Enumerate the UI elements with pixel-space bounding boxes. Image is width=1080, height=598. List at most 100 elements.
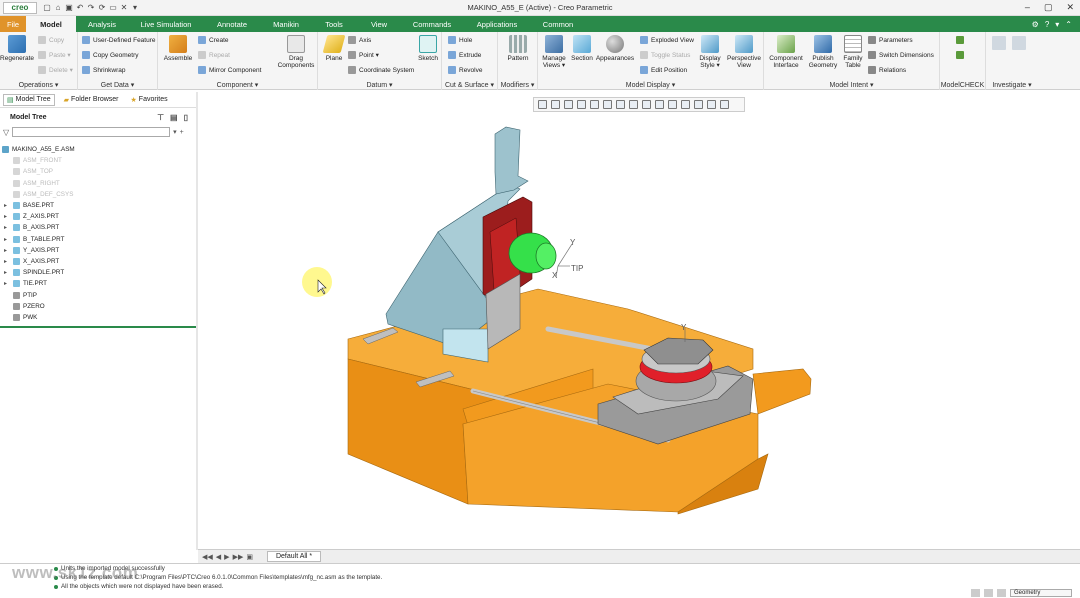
tab-tools[interactable]: Tools: [312, 16, 356, 32]
revolve-button[interactable]: Revolve: [448, 66, 482, 74]
tree-node[interactable]: ASM_TOP: [0, 166, 196, 177]
relations-button[interactable]: Relations: [868, 66, 906, 74]
drag-components-button[interactable]: Drag Components: [276, 35, 316, 69]
tab-live-simulation[interactable]: Live Simulation: [128, 16, 204, 32]
switch-dimensions-button[interactable]: Switch Dimensions: [868, 51, 934, 59]
spin-center-icon[interactable]: [668, 100, 677, 109]
plane-button[interactable]: Plane: [322, 35, 346, 62]
mirror-component-button[interactable]: Mirror Component: [198, 66, 261, 74]
annotation-display-icon[interactable]: [655, 100, 664, 109]
refit-icon[interactable]: [538, 100, 547, 109]
tab-manikin[interactable]: Manikin: [260, 16, 312, 32]
tab-favorites[interactable]: ★ Favorites: [128, 95, 171, 105]
tab-file[interactable]: File: [0, 16, 26, 32]
tree-filter-icon[interactable]: ▯: [184, 113, 188, 122]
pattern-button[interactable]: Pattern: [504, 35, 532, 62]
tree-node[interactable]: ASM_FRONT: [0, 155, 196, 166]
model-display-group-label[interactable]: Model Display ▾: [538, 81, 763, 89]
csys-display-icon[interactable]: [694, 100, 703, 109]
saved-orientations-icon[interactable]: [603, 100, 612, 109]
tree-node[interactable]: ▸ B_AXIS.PRT: [0, 222, 196, 233]
cut-surface-group-label[interactable]: Cut & Surface ▾: [442, 81, 497, 89]
help-icon[interactable]: ?: [1045, 20, 1049, 29]
expand-arrow-icon[interactable]: ▸: [4, 224, 10, 231]
modelcheck-group-label[interactable]: ModelCHECK: [940, 82, 985, 89]
point-button[interactable]: Point ▾: [348, 51, 379, 59]
tab-analysis[interactable]: Analysis: [76, 16, 128, 32]
assemble-button[interactable]: Assemble: [162, 35, 194, 62]
repaint-icon[interactable]: [577, 100, 586, 109]
tree-node[interactable]: ASM_DEF_CSYS: [0, 189, 196, 200]
exploded-view-button[interactable]: Exploded View: [640, 36, 694, 44]
status-icon-1[interactable]: [971, 589, 980, 597]
tree-node[interactable]: ▸ Z_AXIS.PRT: [0, 211, 196, 222]
add-sheet-icon[interactable]: ▣: [246, 553, 253, 561]
tree-columns-icon[interactable]: ⊤: [157, 113, 164, 122]
paste-button[interactable]: Paste ▾: [38, 51, 71, 59]
tree-node[interactable]: PWK: [0, 312, 196, 323]
datum-display-icon[interactable]: [642, 100, 651, 109]
create-component-button[interactable]: Create: [198, 36, 229, 44]
last-sheet-icon[interactable]: ▶▶: [233, 553, 244, 561]
perspective-view-button[interactable]: Perspective View: [726, 35, 762, 69]
tree-node[interactable]: ▸ B_TABLE.PRT: [0, 234, 196, 245]
expand-arrow-icon[interactable]: ▸: [4, 213, 10, 220]
zoom-out-icon[interactable]: [564, 100, 573, 109]
investigate-tool-2[interactable]: [1012, 36, 1026, 50]
hole-button[interactable]: Hole: [448, 36, 472, 44]
gear-icon[interactable]: ⚙: [1032, 20, 1039, 29]
delete-button[interactable]: Delete ▾: [38, 66, 73, 74]
tree-node[interactable]: ▸ TIE.PRT: [0, 278, 196, 289]
display-style-toolbar-icon[interactable]: [590, 100, 599, 109]
tab-annotate[interactable]: Annotate: [204, 16, 260, 32]
tree-node[interactable]: MAKINO_A55_E.ASM: [0, 144, 196, 155]
component-group-label[interactable]: Component ▾: [158, 81, 317, 89]
tree-node[interactable]: ASM_RIGHT: [0, 178, 196, 189]
investigate-tool-1[interactable]: [992, 36, 1006, 50]
sheet-default-all[interactable]: Default All *: [266, 551, 322, 562]
extrude-button[interactable]: Extrude: [448, 51, 481, 59]
axis-button[interactable]: Axis: [348, 36, 371, 44]
model-intent-group-label[interactable]: Model Intent ▾: [764, 81, 939, 89]
csys-button[interactable]: Coordinate System: [348, 66, 414, 74]
repeat-button[interactable]: Repeat: [198, 51, 230, 59]
tab-view[interactable]: View: [356, 16, 402, 32]
tab-commands[interactable]: Commands: [402, 16, 462, 32]
regenerate-button[interactable]: Regenerate: [0, 35, 34, 62]
tab-model[interactable]: Model: [26, 16, 76, 32]
settings-dropdown-icon[interactable]: ▾: [1055, 20, 1059, 29]
publish-geometry-button[interactable]: Publish Geometry: [806, 35, 840, 69]
tab-model-tree[interactable]: ▤ Model Tree: [3, 93, 55, 106]
modifiers-group-label[interactable]: Modifiers ▾: [498, 81, 537, 89]
tree-node[interactable]: ▸ Y_AXIS.PRT: [0, 245, 196, 256]
appearances-button[interactable]: Appearances: [596, 35, 634, 62]
modelcheck-regen-button[interactable]: [956, 51, 964, 59]
component-interface-button[interactable]: Component Interface: [766, 35, 806, 69]
tree-node[interactable]: ▸ BASE.PRT: [0, 200, 196, 211]
status-icon-2[interactable]: [984, 589, 993, 597]
investigate-group-label[interactable]: Investigate ▾: [986, 81, 1038, 89]
manage-views-button[interactable]: Manage Views ▾: [540, 35, 568, 69]
get-data-group-label[interactable]: Get Data ▾: [78, 81, 157, 89]
section-button[interactable]: Section: [568, 35, 596, 62]
prev-sheet-icon[interactable]: ◀: [216, 553, 221, 561]
status-icon-3[interactable]: [997, 589, 1006, 597]
section-toolbar-icon[interactable]: [681, 100, 690, 109]
expand-arrow-icon[interactable]: ▸: [4, 202, 10, 209]
search-dropdown-icon[interactable]: ▾: [173, 128, 177, 136]
edit-position-button[interactable]: Edit Position: [640, 66, 687, 74]
expand-arrow-icon[interactable]: ▸: [4, 258, 10, 265]
view-manager-icon[interactable]: [616, 100, 625, 109]
copy-geometry-button[interactable]: Copy Geometry: [82, 51, 139, 59]
first-sheet-icon[interactable]: ◀◀: [202, 553, 213, 561]
minimize-icon[interactable]: –: [1025, 2, 1030, 13]
family-table-button[interactable]: Family Table: [840, 35, 866, 69]
expand-arrow-icon[interactable]: ▸: [4, 236, 10, 243]
udf-button[interactable]: User-Defined Feature: [82, 36, 156, 44]
tree-node[interactable]: PZERO: [0, 301, 196, 312]
zoom-in-icon[interactable]: [551, 100, 560, 109]
selection-filter[interactable]: Geometry: [1010, 589, 1072, 597]
tree-settings-icon[interactable]: ▤: [170, 113, 178, 122]
point-display-icon[interactable]: [707, 100, 716, 109]
display-style-button[interactable]: Display Style ▾: [696, 35, 724, 69]
